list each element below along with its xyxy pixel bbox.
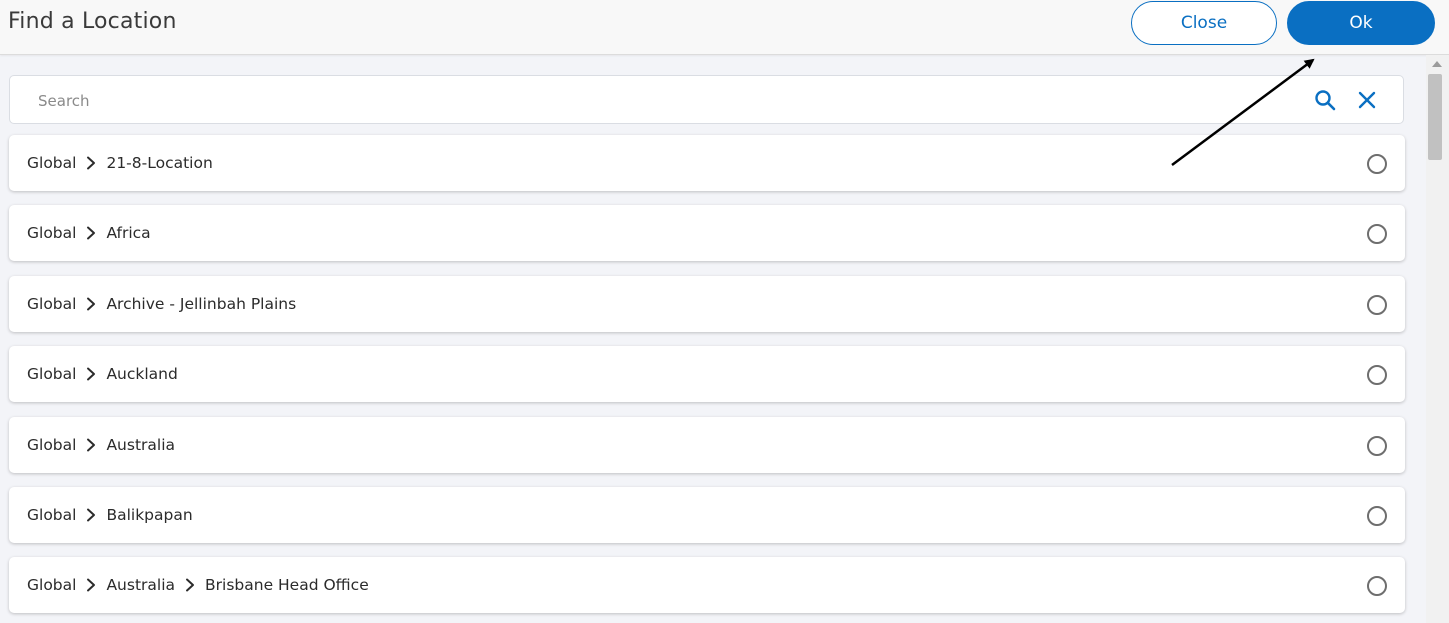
search-bar xyxy=(9,75,1404,124)
close-button[interactable]: Close xyxy=(1131,1,1277,45)
radio-button[interactable] xyxy=(1367,435,1387,456)
radio-button[interactable] xyxy=(1367,506,1387,526)
breadcrumb: Global Africa xyxy=(27,205,151,261)
ok-button[interactable]: Ok xyxy=(1287,1,1435,45)
location-row[interactable]: Global Auckland xyxy=(9,346,1405,403)
breadcrumb: Global Archive - Jellinbah Plains xyxy=(27,276,296,332)
chevron-right-icon xyxy=(84,367,98,381)
dialog-header: Find a Location Close Ok xyxy=(0,0,1449,55)
breadcrumb-segment: Balikpapan xyxy=(106,506,193,524)
radio-button[interactable] xyxy=(1367,154,1387,174)
chevron-right-icon xyxy=(84,226,98,240)
breadcrumb-segment: Global xyxy=(27,435,77,454)
location-row[interactable]: Global Balikpapan xyxy=(9,487,1405,543)
chevron-right-icon xyxy=(84,438,98,452)
radio-button[interactable] xyxy=(1367,224,1387,245)
close-icon[interactable] xyxy=(1355,88,1379,112)
breadcrumb-segment: Australia xyxy=(106,435,176,454)
location-row[interactable]: Global Archive - Jellinbah Plains xyxy=(9,275,1405,332)
radio-button[interactable] xyxy=(1367,576,1387,597)
breadcrumb-segment: Brisbane Head Office xyxy=(205,576,369,595)
chevron-right-icon xyxy=(84,156,98,170)
location-row[interactable]: Global Australia xyxy=(9,416,1405,473)
breadcrumb-segment: Global xyxy=(27,576,77,595)
chevron-right-icon xyxy=(84,508,98,522)
dialog-title: Find a Location xyxy=(8,9,177,34)
breadcrumb-segment: Global xyxy=(27,154,77,172)
breadcrumb: Global Balikpapan xyxy=(27,487,193,543)
location-row[interactable]: Global Africa xyxy=(9,205,1405,262)
chevron-right-icon xyxy=(183,578,197,592)
chevron-right-icon xyxy=(84,297,98,311)
breadcrumb: Global 21-8-Location xyxy=(27,135,213,191)
breadcrumb: Global Australia Brisbane Head Office xyxy=(27,557,369,613)
breadcrumb-segment: Australia xyxy=(106,576,176,595)
search-icon[interactable] xyxy=(1313,88,1337,112)
breadcrumb-segment: 21-8-Location xyxy=(106,154,213,172)
scroll-up-arrow-icon[interactable] xyxy=(1432,61,1442,67)
breadcrumb-segment: Africa xyxy=(106,224,151,243)
breadcrumb-segment: Global xyxy=(27,365,77,384)
breadcrumb-segment: Global xyxy=(27,224,77,243)
location-list-panel: Global 21-8-Location Global Africa Global Arc… xyxy=(0,55,1426,623)
radio-button[interactable] xyxy=(1367,294,1387,315)
scrollbar-thumb[interactable] xyxy=(1428,74,1442,160)
breadcrumb-segment: Global xyxy=(27,506,77,524)
chevron-right-icon xyxy=(84,578,98,592)
breadcrumb-segment: Archive - Jellinbah Plains xyxy=(106,294,297,313)
breadcrumb-segment: Global xyxy=(27,294,77,313)
location-row[interactable]: Global Australia Brisbane Head Office xyxy=(9,557,1405,614)
radio-button[interactable] xyxy=(1367,365,1387,386)
location-row[interactable]: Global 21-8-Location xyxy=(9,135,1405,191)
breadcrumb: Global Auckland xyxy=(27,346,178,402)
search-input[interactable] xyxy=(36,86,1300,116)
breadcrumb: Global Australia xyxy=(27,417,175,473)
breadcrumb-segment: Auckland xyxy=(106,365,178,384)
